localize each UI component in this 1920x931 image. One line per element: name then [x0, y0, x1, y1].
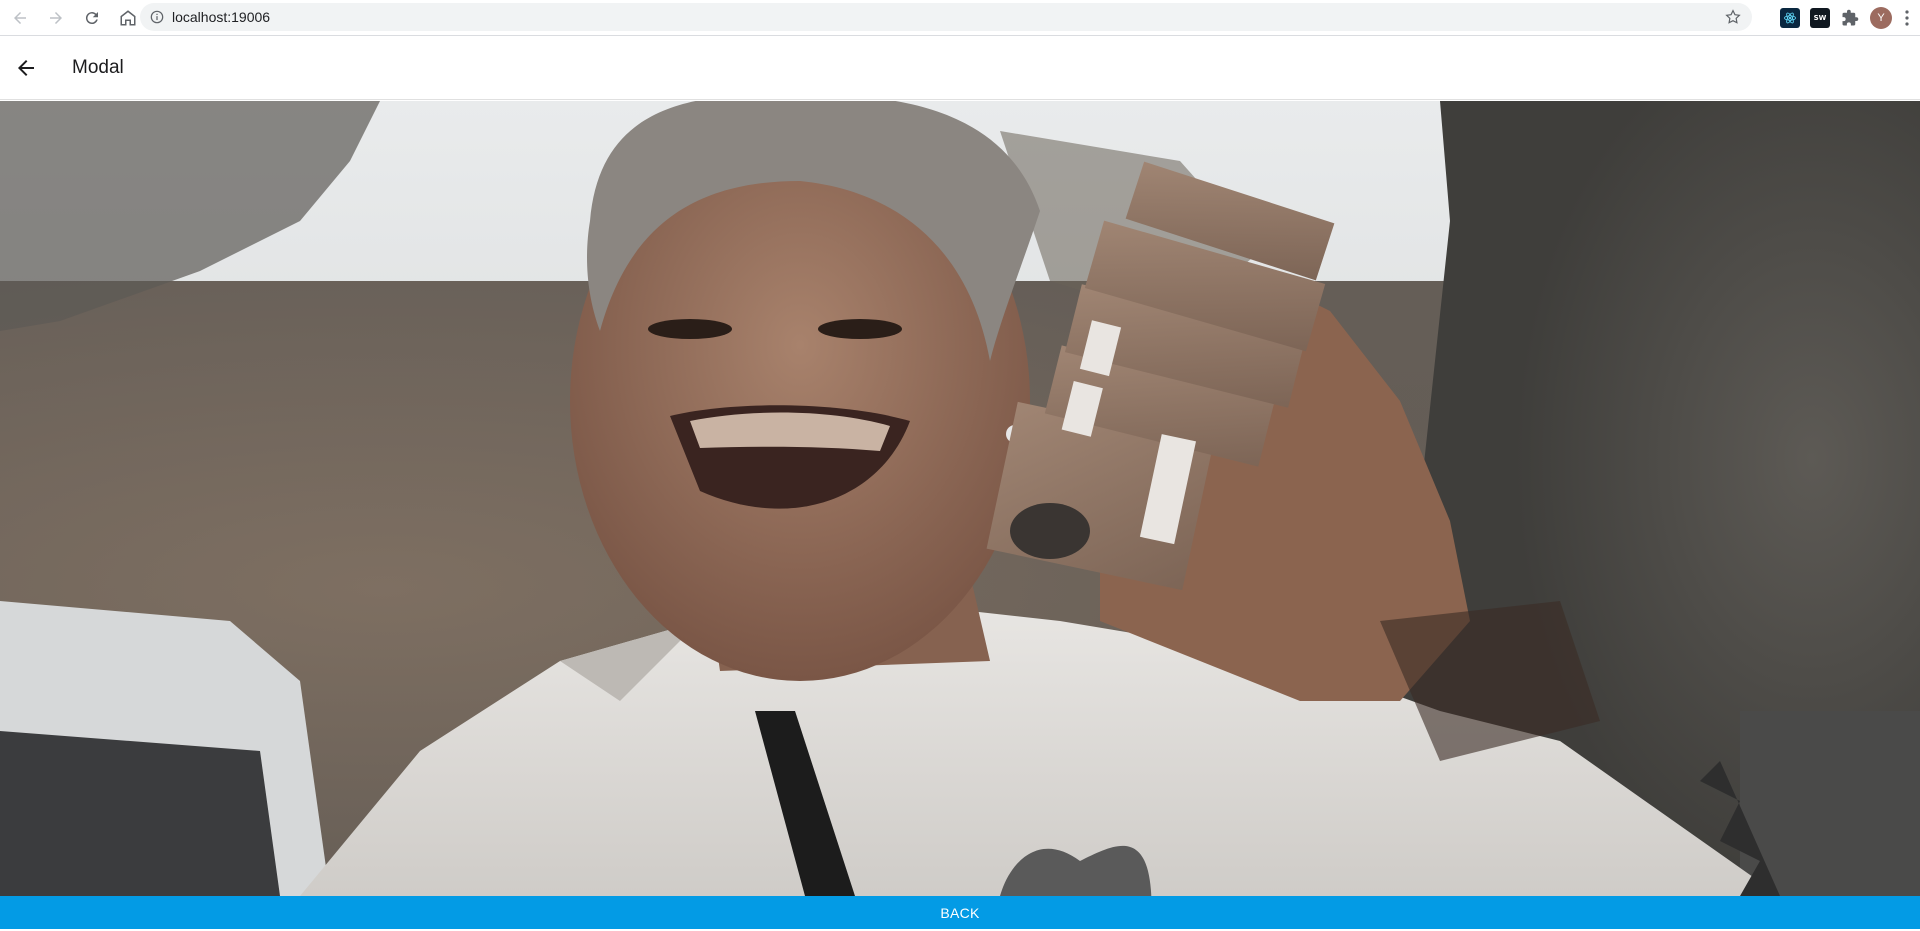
modal-photo: [0, 101, 1920, 896]
profile-avatar[interactable]: Y: [1870, 7, 1892, 29]
page-title: Modal: [72, 57, 124, 78]
reload-icon: [85, 11, 98, 24]
browser-forward-button[interactable]: [40, 2, 72, 34]
header-back-button[interactable]: [1, 43, 51, 93]
react-devtools-icon[interactable]: [1780, 8, 1800, 28]
browser-toolbar: localhost:19006 SW Y: [0, 0, 1920, 36]
info-icon[interactable]: [150, 10, 164, 24]
arrow-left-icon: [18, 60, 34, 76]
browser-reload-button[interactable]: [76, 2, 108, 34]
browser-menu-icon[interactable]: [1902, 9, 1912, 27]
bookmark-star-icon[interactable]: [1724, 8, 1742, 26]
url-text: localhost:19006: [172, 9, 271, 25]
puzzle-icon[interactable]: [1840, 8, 1860, 28]
address-bar[interactable]: localhost:19006: [140, 3, 1752, 31]
browser-back-button[interactable]: [4, 2, 36, 34]
back-arrow-icon: [14, 11, 26, 24]
back-button[interactable]: BACK: [0, 896, 1920, 929]
app-header: Modal: [0, 37, 1920, 100]
forward-arrow-icon: [50, 11, 62, 24]
home-icon: [120, 9, 136, 25]
sw-extension-label: SW: [1813, 14, 1827, 22]
extensions-area: SW Y: [1780, 4, 1912, 32]
profile-initial: Y: [1877, 12, 1885, 24]
photo-image: [0, 101, 1920, 896]
sw-extension-icon[interactable]: SW: [1810, 8, 1830, 28]
